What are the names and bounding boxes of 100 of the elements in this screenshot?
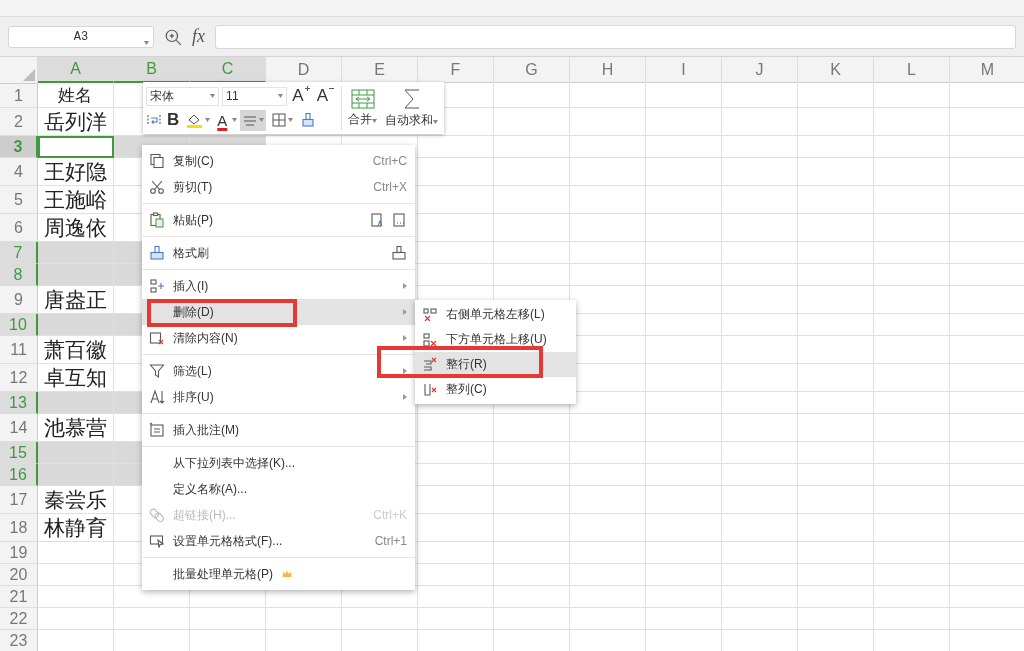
link-icon bbox=[149, 507, 165, 523]
row-header[interactable]: 7 bbox=[0, 242, 38, 264]
menu-item[interactable]: 从下拉列表中选择(K)... bbox=[142, 450, 415, 476]
crown-icon bbox=[281, 568, 293, 580]
column-header[interactable]: H bbox=[570, 57, 646, 83]
column-header[interactable]: F bbox=[418, 57, 494, 83]
menu-item[interactable]: 下方单元格上移(U) bbox=[415, 327, 576, 352]
bold-button[interactable]: B bbox=[165, 109, 182, 131]
column-header[interactable]: A bbox=[38, 57, 114, 83]
sigma-icon bbox=[401, 87, 422, 110]
font-select[interactable]: 宋体 bbox=[146, 86, 220, 106]
grow-font-button[interactable]: A bbox=[290, 85, 312, 107]
delete-row-icon bbox=[422, 356, 438, 373]
comment-icon bbox=[149, 422, 165, 438]
merge-cells-icon bbox=[350, 88, 375, 109]
table-cell: 姓名 bbox=[38, 84, 114, 108]
column-header[interactable]: K bbox=[798, 57, 874, 83]
caret-icon bbox=[278, 94, 284, 98]
shrink-font-button[interactable]: A bbox=[314, 85, 336, 107]
plus-icon bbox=[304, 85, 310, 91]
row-header[interactable]: 5 bbox=[0, 186, 38, 214]
brush-icon bbox=[149, 245, 165, 261]
table-cell: 林静育 bbox=[38, 514, 114, 542]
paste-values-icon bbox=[369, 212, 385, 228]
menu-item[interactable]: 插入批注(M) bbox=[142, 417, 415, 443]
row-header[interactable]: 18 bbox=[0, 514, 38, 542]
menu-item[interactable]: 批量处理单元格(P) bbox=[142, 561, 415, 587]
menu-item[interactable]: 筛选(L) bbox=[142, 358, 415, 384]
submenu-arrow-icon bbox=[403, 335, 407, 341]
row-header[interactable]: 1 bbox=[0, 84, 38, 108]
align-button[interactable] bbox=[240, 109, 267, 131]
menu-item[interactable]: 剪切(T) Ctrl+X bbox=[142, 174, 415, 200]
column-header[interactable]: B bbox=[114, 57, 190, 83]
menu-item[interactable]: 粘贴(P) bbox=[142, 207, 415, 233]
row-header[interactable]: 4 bbox=[0, 158, 38, 186]
row-header[interactable]: 22 bbox=[0, 608, 38, 630]
column-header[interactable]: J bbox=[722, 57, 798, 83]
fill-bucket-icon bbox=[186, 112, 205, 128]
submenu-arrow-icon bbox=[403, 283, 407, 289]
row-header[interactable]: 2 bbox=[0, 108, 38, 136]
row-header[interactable]: 8 bbox=[0, 264, 38, 286]
row-header[interactable]: 11 bbox=[0, 336, 38, 364]
table-cell: 萧百徽 bbox=[38, 336, 114, 364]
cell-format-icon bbox=[149, 533, 165, 549]
paste-special-icon bbox=[391, 212, 407, 228]
row-header[interactable]: 16 bbox=[0, 464, 38, 486]
caret-icon bbox=[288, 118, 294, 122]
caret-icon bbox=[259, 118, 265, 122]
menu-item[interactable]: 排序(U) bbox=[142, 384, 415, 410]
submenu-arrow-icon bbox=[403, 394, 407, 400]
menu-item[interactable]: 定义名称(A)... bbox=[142, 476, 415, 502]
column-header[interactable]: E bbox=[342, 57, 418, 83]
row-header[interactable]: 21 bbox=[0, 586, 38, 608]
row-header[interactable]: 19 bbox=[0, 542, 38, 564]
row-header[interactable]: 10 bbox=[0, 314, 38, 336]
column-header[interactable]: L bbox=[874, 57, 950, 83]
scissors-icon bbox=[149, 179, 165, 195]
column-header[interactable]: G bbox=[494, 57, 570, 83]
caret-icon bbox=[205, 118, 211, 122]
menu-item[interactable]: 设置单元格格式(F)... Ctrl+1 bbox=[142, 528, 415, 554]
row-header[interactable]: 14 bbox=[0, 414, 38, 442]
column-header[interactable]: D bbox=[266, 57, 342, 83]
row-header[interactable]: 3 bbox=[0, 136, 38, 158]
menu-item[interactable]: 清除内容(N) bbox=[142, 325, 415, 351]
submenu-arrow-icon bbox=[403, 368, 407, 374]
minus-icon bbox=[329, 85, 334, 91]
formula-input[interactable] bbox=[215, 24, 1016, 49]
merge-button[interactable]: 合并 bbox=[344, 82, 381, 134]
border-grid-icon bbox=[271, 112, 288, 128]
row-header[interactable]: 17 bbox=[0, 486, 38, 514]
font-color-button[interactable]: A bbox=[215, 109, 230, 131]
column-header[interactable]: M bbox=[950, 57, 1024, 83]
menu-item[interactable]: 复制(C) Ctrl+C bbox=[142, 148, 415, 174]
row-header[interactable]: 23 bbox=[0, 630, 38, 651]
submenu-arrow-icon bbox=[403, 309, 407, 315]
copy-icon bbox=[149, 153, 165, 169]
menu-item[interactable]: 整列(C) bbox=[415, 377, 576, 402]
zoom-icon bbox=[164, 27, 182, 46]
caret-icon bbox=[210, 94, 216, 98]
row-header[interactable]: 13 bbox=[0, 392, 38, 414]
eraser-icon bbox=[149, 330, 165, 346]
row-header[interactable]: 9 bbox=[0, 286, 38, 314]
row-header[interactable]: 20 bbox=[0, 564, 38, 586]
brush-icon bbox=[300, 112, 317, 128]
row-header[interactable]: 6 bbox=[0, 214, 38, 242]
name-box[interactable]: A3 bbox=[8, 25, 154, 48]
sort-icon bbox=[149, 389, 165, 405]
font-size-select[interactable]: 11 bbox=[222, 86, 288, 106]
function-label[interactable]: fx bbox=[192, 26, 205, 47]
column-header[interactable]: I bbox=[646, 57, 722, 83]
row-header[interactable]: 15 bbox=[0, 442, 38, 464]
menu-item[interactable]: 右侧单元格左移(L) bbox=[415, 302, 576, 327]
row-header[interactable]: 12 bbox=[0, 364, 38, 392]
paint-bucket-icon bbox=[391, 245, 407, 261]
delete-column-icon bbox=[422, 381, 438, 398]
autosum-button[interactable]: 自动求和 bbox=[381, 82, 442, 134]
menu-item[interactable]: 插入(I) bbox=[142, 273, 415, 299]
shift-up-icon bbox=[422, 331, 438, 348]
column-header[interactable]: C bbox=[190, 57, 266, 83]
menu-item[interactable]: 格式刷 bbox=[142, 240, 415, 266]
